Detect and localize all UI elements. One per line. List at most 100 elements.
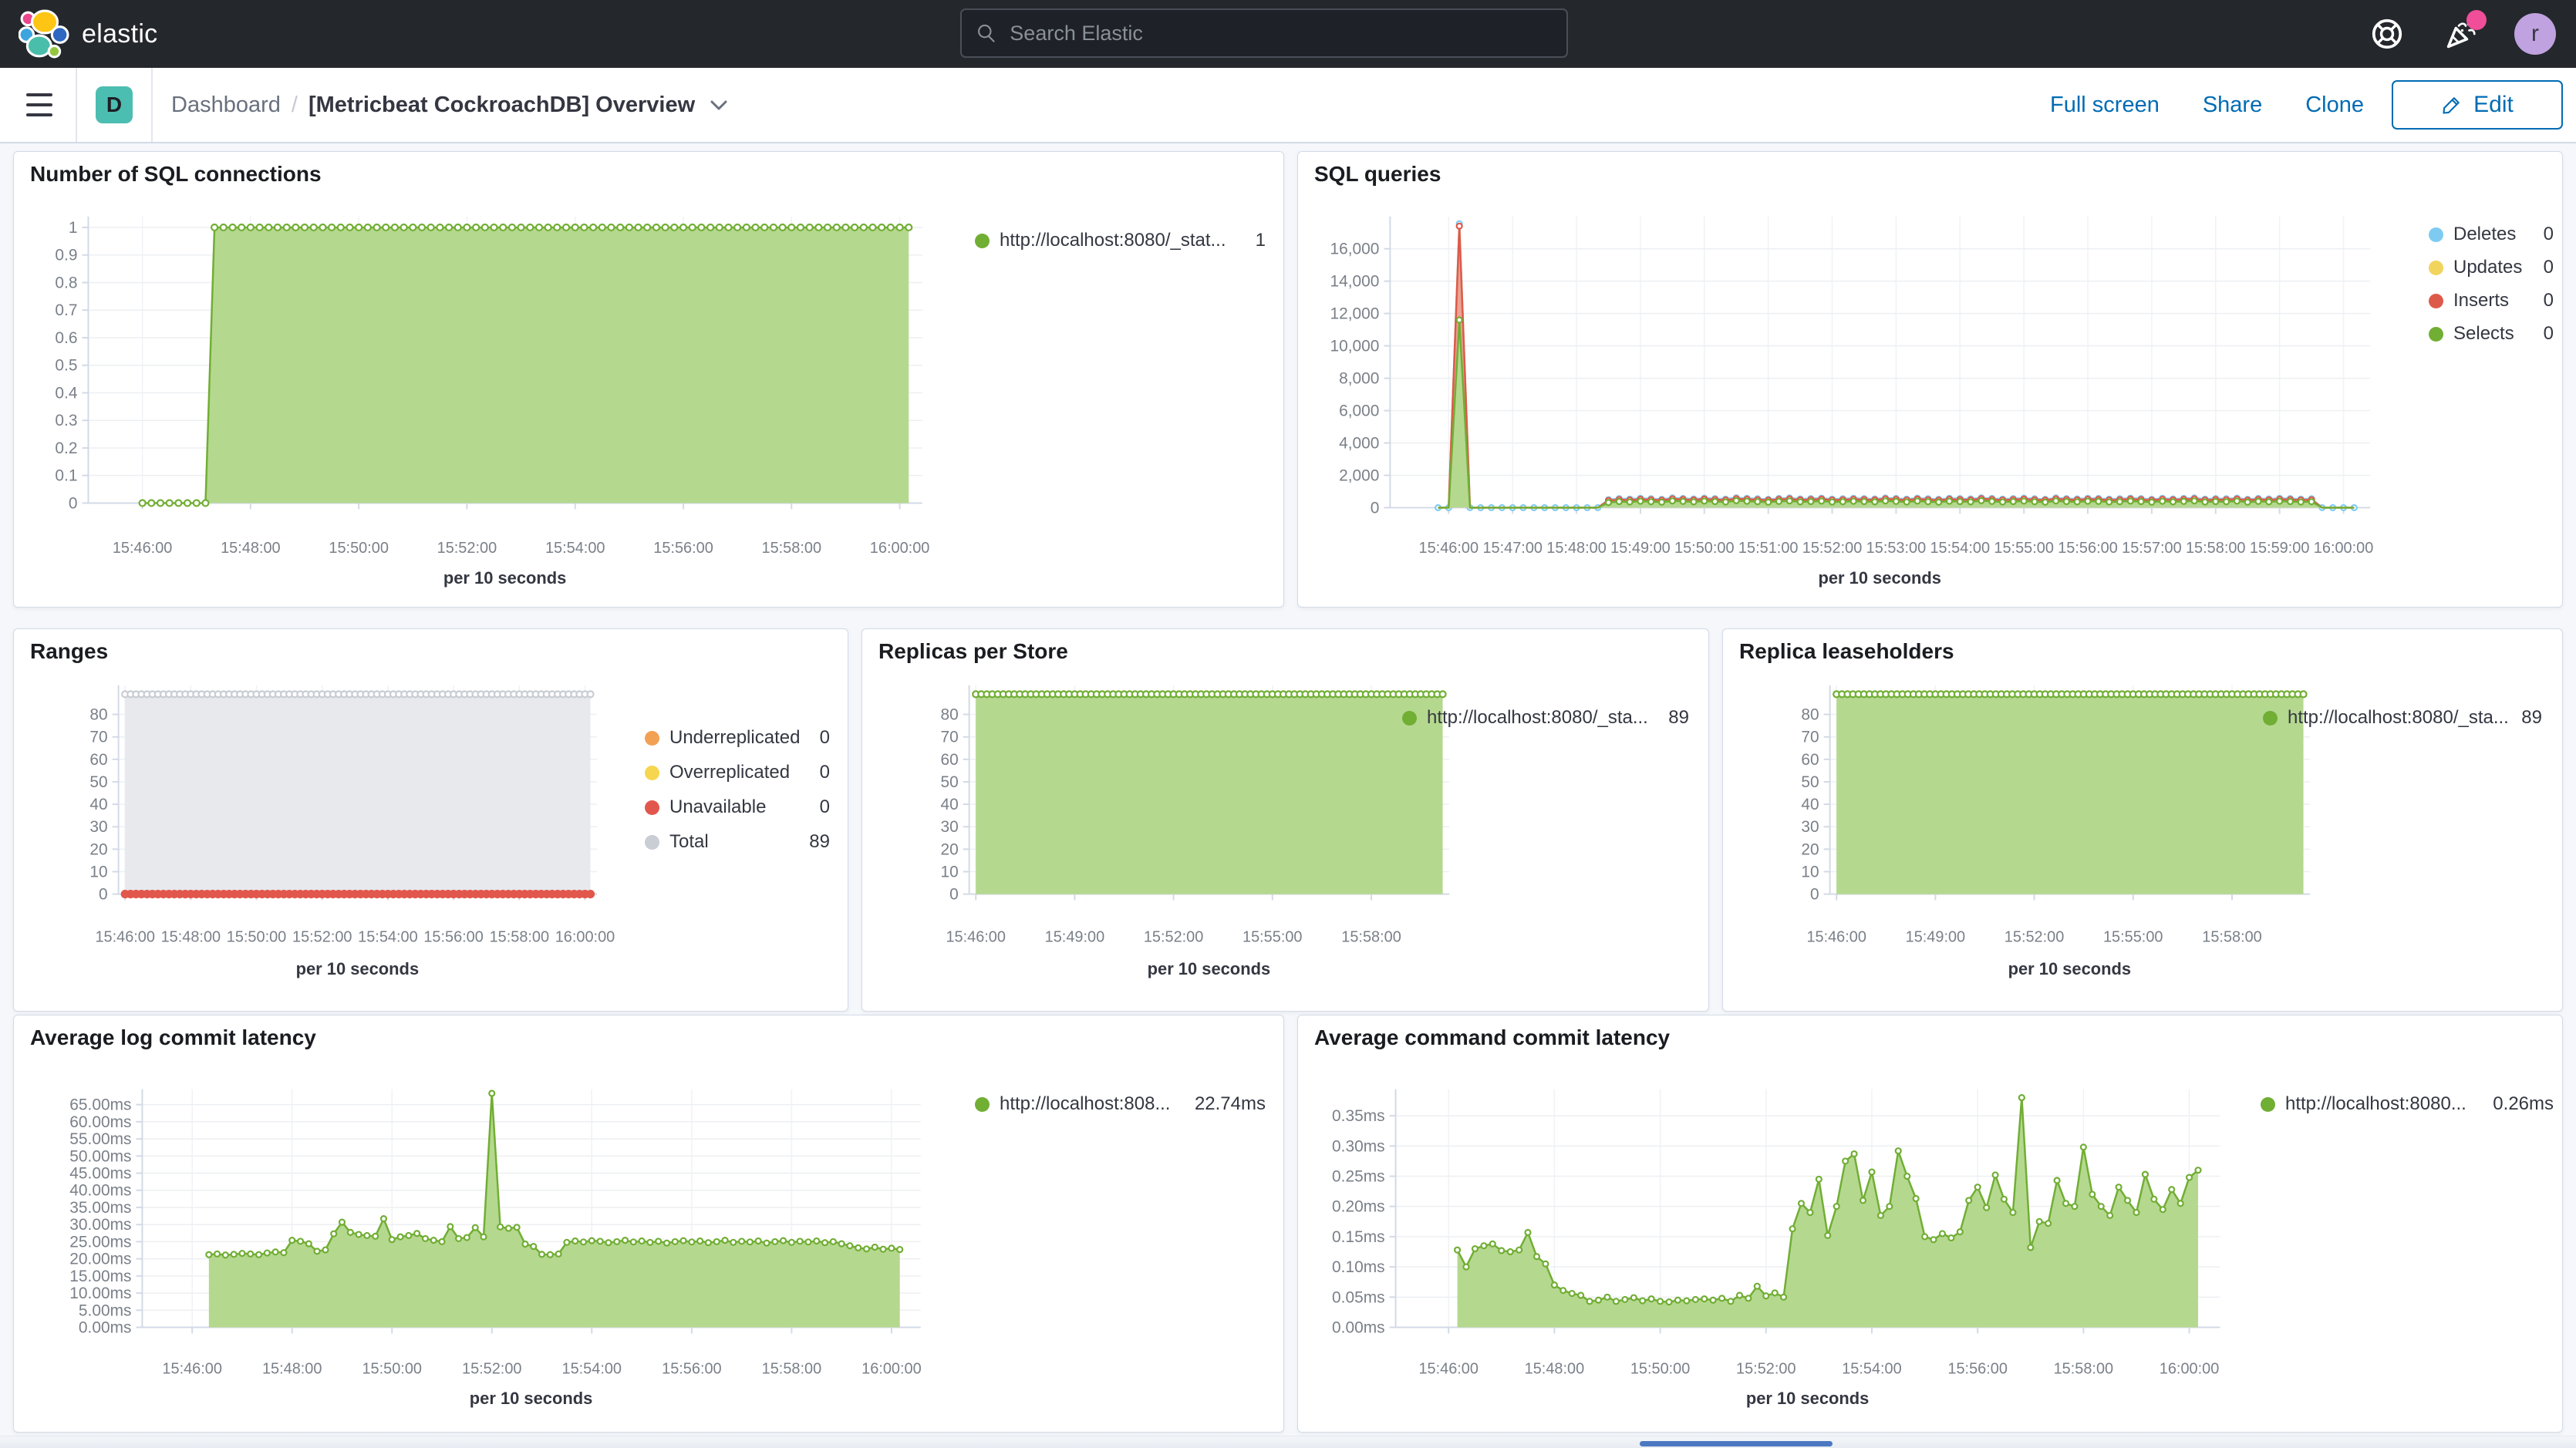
elastic-logo[interactable]: elastic [19, 8, 157, 60]
legend-swatch [2263, 711, 2278, 726]
legend-label: http://localhost:808... [1000, 1093, 1170, 1115]
svg-text:16:00:00: 16:00:00 [555, 928, 615, 945]
share-button[interactable]: Share [2203, 93, 2262, 118]
legend-swatch [2261, 1097, 2275, 1112]
command-commit-latency-chart[interactable]: 15:46:0015:48:0015:50:0015:52:0015:54:00… [1298, 1015, 2562, 1432]
svg-text:15:46:00: 15:46:00 [113, 540, 173, 557]
replica-leaseholders-chart[interactable]: 15:46:0015:49:0015:52:0015:55:0015:58:00… [1723, 629, 2562, 1011]
svg-text:70: 70 [89, 729, 107, 746]
svg-text:60.00ms: 60.00ms [69, 1113, 131, 1131]
svg-text:50: 50 [940, 773, 958, 791]
sql-connections-chart[interactable]: 15:46:0015:48:0015:50:0015:52:0015:54:00… [14, 152, 1283, 607]
svg-text:40: 40 [1801, 796, 1819, 813]
breadcrumb-dashboard-link[interactable]: Dashboard [171, 93, 281, 118]
svg-text:15:57:00: 15:57:00 [2122, 540, 2182, 557]
svg-text:70: 70 [940, 729, 958, 746]
svg-text:15:50:00: 15:50:00 [1674, 540, 1735, 557]
legend-item[interactable]: http://localhost:8080/_sta...89 [2263, 706, 2542, 729]
divider [151, 68, 153, 142]
svg-text:16:00:00: 16:00:00 [2314, 540, 2374, 557]
legend-label: Overreplicated [669, 762, 790, 783]
legend-label: Updates [2453, 257, 2522, 278]
svg-text:65.00ms: 65.00ms [69, 1096, 131, 1114]
next-row-panels-edge [0, 1436, 2576, 1448]
svg-text:15:52:00: 15:52:00 [462, 1360, 522, 1377]
svg-text:15:54:00: 15:54:00 [545, 540, 605, 557]
legend-item[interactable]: Inserts0 [2429, 289, 2554, 312]
replicas-per-store-chart[interactable]: 15:46:0015:49:0015:52:0015:55:0015:58:00… [862, 629, 1708, 1011]
svg-text:20: 20 [940, 840, 958, 858]
svg-text:0: 0 [69, 494, 78, 512]
svg-text:15:47:00: 15:47:00 [1482, 540, 1543, 557]
menu-button[interactable] [26, 93, 52, 116]
svg-text:20.00ms: 20.00ms [69, 1251, 131, 1268]
svg-text:15:54:00: 15:54:00 [358, 928, 418, 945]
svg-text:15:55:00: 15:55:00 [2103, 928, 2163, 945]
svg-text:0.35ms: 0.35ms [1332, 1107, 1385, 1125]
legend-item[interactable]: Selects0 [2429, 322, 2554, 345]
svg-text:0: 0 [1810, 886, 1819, 904]
legend-value: 89 [2521, 707, 2542, 729]
legend-item[interactable]: http://localhost:8080...0.26ms [2261, 1093, 2554, 1116]
search-input[interactable] [1008, 21, 1553, 46]
legend-swatch [645, 731, 659, 746]
svg-text:15:48:00: 15:48:00 [1546, 540, 1607, 557]
legend-item[interactable]: Total89 [645, 830, 830, 854]
legend-value: 0 [2544, 323, 2554, 345]
legend-label: http://localhost:8080... [2285, 1093, 2466, 1115]
svg-text:12,000: 12,000 [1330, 305, 1379, 323]
legend-value: 1 [1256, 230, 1266, 251]
badge-letter: D [106, 93, 122, 117]
legend-item[interactable]: Unavailable0 [645, 796, 830, 819]
legend-label: Unavailable [669, 796, 766, 818]
svg-text:1: 1 [69, 219, 78, 237]
svg-text:0.8: 0.8 [55, 274, 77, 292]
panel-replicas-per-store: Replicas per Store 15:46:0015:49:0015:52… [861, 628, 1709, 1012]
svg-text:0.30ms: 0.30ms [1332, 1137, 1385, 1155]
ranges-chart[interactable]: 15:46:0015:48:0015:50:0015:52:0015:54:00… [14, 629, 848, 1011]
svg-text:40: 40 [940, 796, 958, 813]
edit-button[interactable]: Edit [2392, 80, 2563, 130]
legend-swatch [2429, 227, 2443, 242]
svg-text:15:50:00: 15:50:00 [227, 928, 286, 945]
svg-text:2,000: 2,000 [1339, 466, 1379, 484]
legend-item[interactable]: Deletes0 [2429, 223, 2554, 246]
svg-text:16,000: 16,000 [1330, 241, 1379, 258]
newsfeed-button[interactable] [2440, 13, 2482, 55]
svg-text:5.00ms: 5.00ms [79, 1302, 132, 1319]
clone-button[interactable]: Clone [2305, 93, 2364, 118]
svg-text:30.00ms: 30.00ms [69, 1216, 131, 1234]
legend-swatch [645, 766, 659, 780]
svg-text:10: 10 [1801, 864, 1819, 881]
svg-text:15:54:00: 15:54:00 [562, 1360, 622, 1377]
legend-item[interactable]: Underreplicated0 [645, 726, 830, 749]
legend-item[interactable]: http://localhost:8080/_stat...1 [975, 229, 1266, 252]
svg-text:15:58:00: 15:58:00 [2054, 1360, 2114, 1377]
svg-text:0.1: 0.1 [55, 467, 77, 485]
svg-text:60: 60 [940, 751, 958, 769]
global-search[interactable] [960, 8, 1568, 58]
panel-log-commit-latency: Average log commit latency 15:46:0015:48… [13, 1015, 1284, 1433]
svg-text:20: 20 [1801, 840, 1819, 858]
svg-text:0.10ms: 0.10ms [1332, 1258, 1385, 1276]
legend-item[interactable]: http://localhost:8080/_sta...89 [1402, 706, 1689, 729]
svg-text:15:46:00: 15:46:00 [95, 928, 154, 945]
svg-text:15:52:00: 15:52:00 [1736, 1360, 1796, 1377]
svg-text:15:55:00: 15:55:00 [1242, 928, 1303, 945]
svg-text:0.15ms: 0.15ms [1332, 1228, 1385, 1246]
panel-sql-queries: SQL queries 15:46:0015:47:0015:48:0015:4… [1297, 151, 2563, 608]
legend-item[interactable]: Overreplicated0 [645, 761, 830, 784]
full-screen-button[interactable]: Full screen [2050, 93, 2160, 118]
legend-item[interactable]: Updates0 [2429, 256, 2554, 279]
chevron-down-icon[interactable] [709, 98, 729, 112]
svg-text:0.7: 0.7 [55, 301, 77, 319]
svg-text:15:52:00: 15:52:00 [437, 540, 497, 557]
user-avatar[interactable]: r [2514, 13, 2556, 55]
legend-item[interactable]: http://localhost:808... 22.74ms [975, 1093, 1266, 1116]
help-button[interactable] [2366, 13, 2408, 55]
log-commit-latency-chart[interactable]: 15:46:0015:48:0015:50:0015:52:0015:54:00… [14, 1015, 1283, 1432]
legend-value: 22.74ms [1195, 1093, 1266, 1115]
svg-text:16:00:00: 16:00:00 [2160, 1360, 2219, 1377]
sql-queries-chart[interactable]: 15:46:0015:47:0015:48:0015:49:0015:50:00… [1298, 152, 2562, 607]
svg-text:per 10 seconds: per 10 seconds [470, 1389, 593, 1408]
